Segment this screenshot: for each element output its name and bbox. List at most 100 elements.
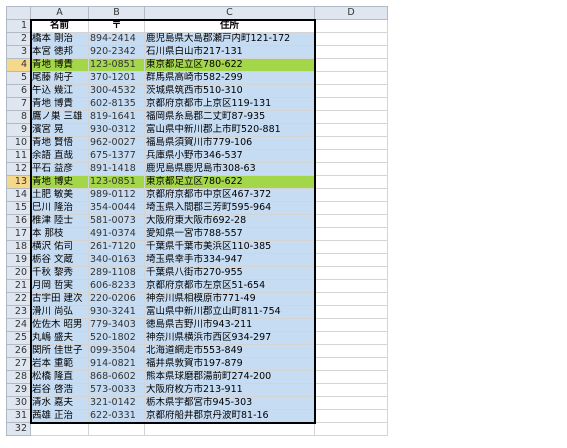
cell[interactable] [314, 253, 388, 267]
cell-address[interactable]: 大阪府枚方市213-911 [144, 383, 315, 397]
cell-address[interactable]: 埼玉県入間郡三芳町595-964 [144, 201, 315, 215]
cell-address[interactable]: 鹿児島県大島郡瀬戸内町121-172 [144, 32, 315, 46]
cell[interactable] [314, 331, 388, 345]
cell-address[interactable]: 福島県須賀川市779-106 [144, 136, 315, 150]
cell-name[interactable]: 本宮 徳邦 [30, 45, 89, 59]
cell[interactable] [88, 422, 145, 436]
cell-zip[interactable]: 989-0112 [88, 188, 145, 202]
cell-name[interactable]: 巳川 隆治 [30, 201, 89, 215]
row-header[interactable]: 20 [6, 266, 31, 280]
cell-name[interactable]: 関所 佳世子 [30, 344, 89, 358]
cell-name[interactable]: 月岡 哲実 [30, 279, 89, 293]
cell[interactable] [314, 357, 388, 371]
cell-zip[interactable]: 520-1802 [88, 331, 145, 345]
cell-zip[interactable]: 340-0163 [88, 253, 145, 267]
cell-address[interactable]: 神奈川県相模原市771-49 [144, 292, 315, 306]
cell-name[interactable]: 千秋 黎秀 [30, 266, 89, 280]
row-header[interactable]: 11 [6, 149, 31, 163]
cell-zip[interactable]: 573-0033 [88, 383, 145, 397]
cell-name[interactable]: 佐佐木 昭男 [30, 318, 89, 332]
cell-address[interactable]: 徳島県吉野川市943-211 [144, 318, 315, 332]
row-header[interactable]: 17 [6, 227, 31, 241]
cell-name[interactable]: 青地 賢悟 [30, 136, 89, 150]
cell[interactable] [314, 227, 388, 241]
header-cell-name[interactable]: 名前 [30, 19, 89, 33]
header-cell-address[interactable]: 住所 [144, 19, 315, 33]
row-header[interactable]: 16 [6, 214, 31, 228]
row-header[interactable]: 4 [6, 58, 31, 72]
row-header[interactable]: 25 [6, 331, 31, 345]
row-header[interactable]: 23 [6, 305, 31, 319]
cell[interactable] [314, 383, 388, 397]
cell-name[interactable]: 尾藤 純子 [30, 71, 89, 85]
cell-name[interactable]: 茜雄 正治 [30, 409, 89, 423]
row-header[interactable]: 31 [6, 409, 31, 423]
cell[interactable] [314, 318, 388, 332]
cell[interactable] [314, 19, 388, 33]
cell-zip[interactable]: 962-0027 [88, 136, 145, 150]
cell[interactable] [314, 266, 388, 280]
cell[interactable] [314, 162, 388, 176]
row-header[interactable]: 18 [6, 240, 31, 254]
cell-zip[interactable]: 123-0851 [88, 175, 145, 189]
cell-zip[interactable]: 920-2342 [88, 45, 145, 59]
cell[interactable] [314, 97, 388, 111]
cell-zip[interactable]: 099-3504 [88, 344, 145, 358]
cell-address[interactable]: 富山県中新川郡立山町811-754 [144, 305, 315, 319]
row-header[interactable]: 3 [6, 45, 31, 59]
cell-address[interactable]: 鹿児島県鹿児島市308-63 [144, 162, 315, 176]
cell-name[interactable]: 鷹ノ巣 三雄 [30, 110, 89, 124]
cell-name[interactable]: 丸嶋 盛夫 [30, 331, 89, 345]
row-header[interactable]: 13 [6, 175, 31, 189]
cell[interactable] [314, 32, 388, 46]
cell[interactable] [30, 422, 89, 436]
row-header[interactable]: 12 [6, 162, 31, 176]
cell[interactable] [314, 201, 388, 215]
cell-zip[interactable]: 321-0142 [88, 396, 145, 410]
cell-name[interactable]: 椎津 陸士 [30, 214, 89, 228]
cell-name[interactable]: 土肥 敏美 [30, 188, 89, 202]
cell-name[interactable]: 青地 博貴 [30, 58, 89, 72]
row-header[interactable]: 14 [6, 188, 31, 202]
row-header[interactable]: 7 [6, 97, 31, 111]
cell-name[interactable]: 清水 嘉夫 [30, 396, 89, 410]
cell[interactable] [314, 409, 388, 423]
spreadsheet-grid[interactable]: A B C D 1 名前 〒 住所 2 橋本 剛治 894-2414 鹿児島県大島郡瀬… [6, 6, 388, 436]
cell-zip[interactable]: 891-1418 [88, 162, 145, 176]
cell-name[interactable]: 横沢 佑司 [30, 240, 89, 254]
cell-zip[interactable]: 300-4532 [88, 84, 145, 98]
row-header[interactable]: 30 [6, 396, 31, 410]
cell-zip[interactable]: 581-0073 [88, 214, 145, 228]
cell-zip[interactable]: 930-3241 [88, 305, 145, 319]
cell-zip[interactable]: 220-0206 [88, 292, 145, 306]
cell-address[interactable]: 東京都足立区780-622 [144, 175, 315, 189]
cell[interactable] [314, 110, 388, 124]
cell[interactable] [144, 422, 315, 436]
cell-address[interactable]: 京都府京都市上京区119-131 [144, 97, 315, 111]
cell-name[interactable]: 濱宮 晃 [30, 123, 89, 137]
column-header-b[interactable]: B [88, 6, 145, 20]
cell-zip[interactable]: 370-1201 [88, 71, 145, 85]
cell-address[interactable]: 大阪府東大阪市692-28 [144, 214, 315, 228]
row-header[interactable]: 15 [6, 201, 31, 215]
cell-name[interactable]: 松橋 隆直 [30, 370, 89, 384]
cell[interactable] [314, 149, 388, 163]
cell-name[interactable]: 青地 博貴 [30, 97, 89, 111]
cell-address[interactable]: 福岡県糸島郡二丈町87-935 [144, 110, 315, 124]
cell-name[interactable]: 本 那枝 [30, 227, 89, 241]
cell-name[interactable]: 岩谷 啓浩 [30, 383, 89, 397]
cell[interactable] [314, 71, 388, 85]
row-header[interactable]: 27 [6, 357, 31, 371]
cell-zip[interactable]: 261-7120 [88, 240, 145, 254]
cell[interactable] [314, 240, 388, 254]
cell-zip[interactable]: 779-3403 [88, 318, 145, 332]
cell-address[interactable]: 京都府船井郡京丹波町81-16 [144, 409, 315, 423]
cell[interactable] [314, 292, 388, 306]
cell-name[interactable]: 橋本 剛治 [30, 32, 89, 46]
header-cell-zip[interactable]: 〒 [88, 19, 145, 33]
cell[interactable] [314, 279, 388, 293]
cell-zip[interactable]: 930-0312 [88, 123, 145, 137]
row-header[interactable]: 5 [6, 71, 31, 85]
row-header[interactable]: 10 [6, 136, 31, 150]
cell-address[interactable]: 石川県白山市217-131 [144, 45, 315, 59]
